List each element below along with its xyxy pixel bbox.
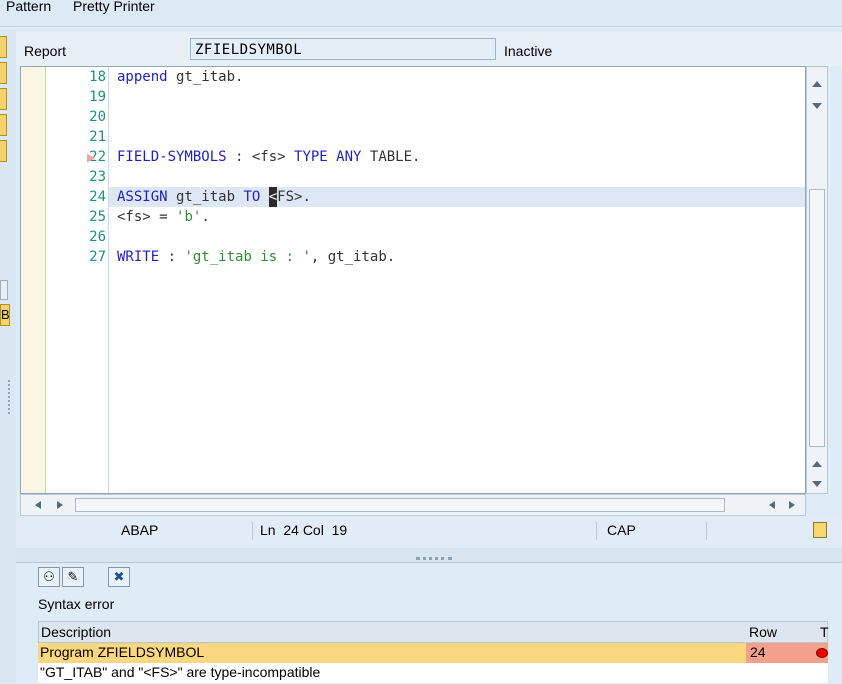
line-number: 27 [89, 249, 106, 265]
nav-tab-b[interactable]: B [0, 304, 10, 326]
close-icon[interactable]: ✖ [108, 567, 130, 587]
nav-tab-5[interactable] [0, 140, 7, 162]
row-description: "GT_ITAB" and "<FS>" are type-incompatib… [40, 664, 321, 680]
row-description: Program ZFIELDSYMBOL [40, 644, 205, 660]
nav-tab-3[interactable] [0, 88, 7, 110]
horizontal-scroll-thumb[interactable] [75, 498, 725, 512]
editor-status-bar: ABAP Ln 24 Col 19 CAP [16, 518, 842, 544]
breakpoint-gutter[interactable] [21, 67, 46, 493]
language-indicator: ABAP [121, 522, 159, 538]
scroll-down-bottom-icon[interactable] [812, 481, 822, 487]
left-navigation-strip: B [0, 30, 16, 683]
application-toolbar: Pattern Pretty Printer [0, 0, 842, 27]
nav-tab-6[interactable] [0, 280, 8, 300]
scroll-up-icon[interactable] [812, 81, 822, 87]
caps-indicator: CAP [607, 522, 636, 538]
code-line[interactable]: append gt_itab. [117, 67, 243, 87]
pattern-button[interactable]: Pattern [6, 0, 51, 14]
line-number: 20 [89, 109, 106, 125]
status-separator [706, 522, 707, 540]
line-number: 24 [89, 189, 106, 205]
pencil-icon[interactable]: ✎ [62, 567, 84, 587]
horizontal-scrollbar[interactable] [20, 494, 806, 516]
code-line[interactable]: WRITE : 'gt_itab is : ', gt_itab. [117, 247, 395, 267]
line-number: 25 [89, 209, 106, 225]
pretty-printer-button[interactable]: Pretty Printer [73, 0, 155, 14]
row-number: 24 [750, 644, 766, 660]
table-row[interactable]: "GT_ITAB" and "<FS>" are type-incompatib… [38, 663, 828, 683]
resize-grip-icon[interactable] [8, 380, 14, 414]
error-type-cell [806, 643, 828, 663]
line-number: 22 [89, 149, 106, 165]
nav-tab-1[interactable] [0, 36, 7, 58]
nav-tab-4[interactable] [0, 114, 7, 136]
code-editor[interactable]: 18 19 20 21 22 23 24 25 26 27 ▶ append g… [20, 66, 806, 494]
column-description[interactable]: Description [41, 624, 111, 640]
message-table-header: Description Row T [38, 621, 829, 643]
line-number: 21 [89, 129, 106, 145]
nav-tab-2[interactable] [0, 62, 7, 84]
column-type[interactable]: T [820, 624, 829, 640]
code-line[interactable]: <fs> = 'b'. [117, 207, 210, 227]
vertical-scrollbar[interactable] [806, 66, 828, 494]
row-number-cell[interactable]: 24 [746, 643, 806, 663]
status-separator [252, 522, 253, 540]
code-line[interactable]: FIELD-SYMBOLS : <fs> TYPE ANY TABLE. [117, 147, 420, 167]
vertical-scroll-thumb[interactable] [809, 189, 825, 447]
program-name-field[interactable]: ZFIELDSYMBOL [190, 38, 496, 60]
line-number: 26 [89, 229, 106, 245]
object-type-label: Report [24, 43, 67, 59]
line-number: 23 [89, 169, 106, 185]
cursor-position: Ln 24 Col 19 [260, 522, 348, 538]
code-line[interactable]: ASSIGN gt_itab TO <FS>. [117, 187, 311, 207]
table-row[interactable]: Program ZFIELDSYMBOL [38, 643, 828, 663]
glasses-icon[interactable]: ⚇ [38, 567, 60, 587]
scroll-down-icon[interactable] [812, 103, 822, 109]
column-row[interactable]: Row [749, 624, 777, 640]
scroll-right-icon[interactable] [57, 501, 63, 509]
clipboard-icon[interactable] [813, 522, 827, 538]
panel-splitter[interactable] [16, 548, 842, 562]
scroll-up-bottom-icon[interactable] [812, 461, 822, 467]
message-title: Syntax error [38, 596, 115, 612]
line-number: 18 [89, 69, 106, 85]
block-marker-icon[interactable]: ▶ [87, 151, 95, 164]
error-light-icon [816, 648, 828, 658]
program-status-label: Inactive [504, 43, 553, 59]
scroll-left-icon[interactable] [35, 501, 41, 509]
status-separator [596, 522, 597, 540]
scroll-right-end-icon[interactable] [789, 501, 795, 509]
line-number: 19 [89, 89, 106, 105]
scroll-left-end-icon[interactable] [769, 501, 775, 509]
